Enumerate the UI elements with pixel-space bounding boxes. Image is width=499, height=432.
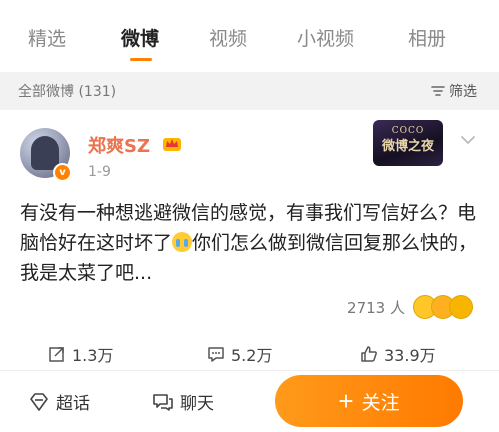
event-badge-line2: 微博之夜 (381, 139, 434, 154)
filter-bar: 全部微博 (131) 筛选 (0, 72, 499, 110)
crown-icon (163, 138, 181, 151)
reaction-emojis (413, 295, 473, 319)
weibo-night-badge[interactable]: COCO 微博之夜 (373, 120, 443, 166)
comment-button[interactable]: 5.2万 (207, 342, 272, 366)
verified-badge: v (53, 163, 72, 182)
tab-featured[interactable]: 精选 (28, 24, 66, 54)
tab-short-video[interactable]: 小视频 (297, 24, 354, 54)
post-count-label: 全部微博 (131) (18, 84, 117, 100)
chevron-down-icon[interactable] (460, 134, 476, 146)
reactions-summary[interactable]: 2713 人 (347, 295, 473, 319)
event-badge-line1: COCO (391, 126, 425, 136)
post-text: 有没有一种想逃避微信的感觉，有事我们写信好么？电脑恰好在这时坏了 你们怎么做到微信… (20, 198, 485, 288)
follow-label: 关注 (361, 392, 400, 414)
post-date: 1-9 (88, 164, 111, 180)
follow-button[interactable]: + 关注 (275, 375, 463, 427)
super-topic-button[interactable]: 超话 (28, 389, 90, 414)
chat-icon (153, 393, 173, 411)
plus-icon: + (338, 386, 354, 416)
like-count: 33.9万 (384, 346, 436, 365)
diamond-icon (30, 392, 48, 411)
tab-album[interactable]: 相册 (408, 24, 446, 54)
repost-count: 1.3万 (72, 346, 114, 365)
weibo-post: v 郑爽SZ 1-9 COCO 微博之夜 有没有一种想逃避微信的感觉，有事我们写… (0, 110, 499, 370)
comment-icon (208, 347, 224, 362)
repost-icon (49, 347, 64, 362)
thumbs-up-icon (361, 346, 377, 362)
chat-label: 聊天 (180, 394, 214, 414)
username[interactable]: 郑爽SZ (88, 132, 150, 158)
tab-video[interactable]: 视频 (209, 24, 247, 54)
chat-button[interactable]: 聊天 (152, 389, 214, 414)
wow-emoji-icon (449, 295, 473, 319)
reaction-count: 2713 人 (347, 298, 405, 317)
profile-tabs: 精选 微博 视频 小视频 相册 (0, 0, 499, 72)
active-tab-indicator (130, 58, 152, 61)
filter-label: 筛选 (449, 84, 477, 100)
post-actions: 1.3万 5.2万 33.9万 (0, 338, 499, 370)
comment-count: 5.2万 (231, 346, 273, 365)
tab-weibo[interactable]: 微博 (121, 24, 159, 54)
super-topic-label: 超话 (56, 394, 90, 414)
filter-button[interactable]: 筛选 (431, 81, 477, 101)
crying-emoji-icon (172, 232, 193, 252)
filter-icon (431, 86, 445, 96)
like-button[interactable]: 33.9万 (360, 342, 436, 366)
repost-button[interactable]: 1.3万 (48, 342, 113, 366)
bottom-action-bar: 超话 聊天 + 关注 (0, 370, 499, 432)
